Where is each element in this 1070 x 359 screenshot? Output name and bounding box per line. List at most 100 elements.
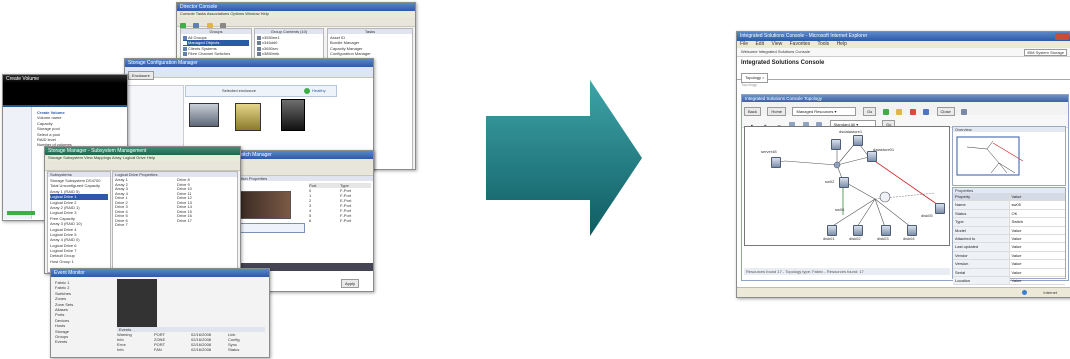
delete-icon[interactable] bbox=[909, 108, 916, 115]
arrow-shape bbox=[486, 80, 642, 236]
server-icon bbox=[257, 41, 261, 46]
node-icon[interactable] bbox=[771, 157, 781, 168]
property-row[interactable]: Location Value bbox=[953, 276, 1065, 286]
tree-item[interactable]: Total Unconfigured Capacity bbox=[50, 183, 108, 188]
fabric-tree: Fabric 1 Fabric 2 Switches Zones Zone Se… bbox=[53, 279, 117, 346]
home-button[interactable]: Home bbox=[767, 107, 787, 117]
browser-status-bar: Internet bbox=[737, 287, 1070, 297]
left-nav bbox=[3, 107, 32, 219]
hub-node bbox=[833, 161, 841, 169]
toolbar bbox=[177, 17, 415, 29]
menu-edit[interactable]: Edit bbox=[755, 41, 764, 47]
node-icon[interactable] bbox=[907, 225, 917, 236]
property-row[interactable]: Model Value bbox=[953, 226, 1065, 235]
node-icon[interactable] bbox=[853, 225, 863, 236]
overview-minimap[interactable] bbox=[953, 133, 1063, 183]
node-label: disk02 bbox=[849, 236, 861, 241]
window-controls[interactable] bbox=[1055, 33, 1069, 40]
window-title: Create Volume bbox=[3, 75, 127, 83]
properties-icon[interactable] bbox=[923, 108, 930, 115]
node-label: datastore01 bbox=[873, 147, 895, 152]
property-row[interactable]: Serial Value bbox=[953, 268, 1065, 277]
subsystem-tree-pane: Subsystems Storage Subsystem DS4700 Tota… bbox=[47, 171, 111, 273]
property-row[interactable]: Vendor Value bbox=[953, 251, 1065, 261]
property-row[interactable]: Type Switch bbox=[953, 218, 1065, 227]
node-label: disk04 bbox=[903, 236, 915, 241]
progress-bar bbox=[7, 211, 35, 215]
node-icon[interactable] bbox=[881, 225, 891, 236]
tree-item[interactable]: Events bbox=[55, 339, 115, 344]
close-icon[interactable]: × bbox=[762, 75, 764, 80]
refresh-icon[interactable] bbox=[882, 108, 889, 115]
node-label: disk01 bbox=[823, 236, 835, 241]
node-label: disk05 bbox=[921, 213, 933, 218]
toolbar: Enclosure bbox=[125, 67, 373, 81]
window-title: Storage Configuration Manager bbox=[125, 59, 373, 67]
enclosure-label: Selected enclosure bbox=[222, 88, 257, 93]
zone-text: Internet bbox=[1043, 290, 1057, 295]
image-preview bbox=[239, 191, 291, 219]
table-row[interactable]: 6 F-Port bbox=[309, 218, 371, 223]
back-button[interactable]: Back bbox=[744, 107, 761, 117]
switch-node bbox=[879, 191, 891, 203]
breadcrumb[interactable]: Topology bbox=[737, 80, 1070, 90]
group-icon bbox=[183, 52, 187, 57]
close-button[interactable]: Close bbox=[936, 107, 955, 117]
property-row[interactable]: Attached to Value bbox=[953, 234, 1065, 244]
window-title: Integrated Solutions Console - Microsoft… bbox=[740, 33, 868, 39]
dark-detail-pane bbox=[117, 279, 157, 327]
tree-item[interactable]: Host Group 1 bbox=[50, 259, 108, 264]
node-icon[interactable] bbox=[935, 203, 945, 214]
events-table: Events Warning PORT 02/16/2008 Link Info ZON… bbox=[117, 327, 265, 352]
table-row[interactable]: Info FAN 02/16/2008 Status bbox=[117, 347, 265, 352]
panel-title: Integrated Solutions Console Topology bbox=[742, 95, 1068, 102]
list-item[interactable]: Drive 17 bbox=[177, 218, 235, 224]
address-text[interactable]: Welcome Integrated Solutions Console bbox=[741, 49, 810, 54]
window-title: Storage Manager - Subsystem Management bbox=[45, 147, 240, 155]
app-title: Integrated Solutions Console bbox=[741, 60, 825, 66]
node-label: dsdatastore1 bbox=[839, 129, 863, 134]
node-icon[interactable] bbox=[827, 225, 837, 236]
group-icon bbox=[183, 35, 187, 40]
node-icon[interactable] bbox=[867, 151, 877, 162]
transition-arrow-icon bbox=[486, 80, 642, 236]
window-title-bar: Integrated Solutions Console - Microsoft… bbox=[737, 32, 1070, 41]
view-select[interactable]: Managed Resources ▾ bbox=[792, 107, 857, 117]
property-row[interactable]: Version Value bbox=[953, 260, 1065, 269]
storage-manager-window: Storage Manager - Subsystem Management S… bbox=[44, 146, 241, 274]
property-row[interactable]: Name sw05 bbox=[953, 201, 1065, 210]
mini-link bbox=[990, 162, 1000, 174]
mini-link bbox=[998, 162, 1016, 174]
grid-icon[interactable] bbox=[961, 108, 968, 115]
event-monitor-window: Event Monitor Fabric 1 Fabric 2 Switches… bbox=[50, 268, 270, 358]
tab-strip: Topology × bbox=[737, 69, 1070, 83]
menu-tools[interactable]: Tools bbox=[817, 41, 829, 47]
window-title: Director Console bbox=[177, 3, 415, 11]
node-label: disk03 bbox=[877, 236, 889, 241]
menu-file[interactable]: File bbox=[740, 41, 748, 47]
find-icon[interactable] bbox=[896, 108, 903, 115]
enclosure-chassis bbox=[189, 103, 219, 127]
menu-view[interactable]: View bbox=[771, 41, 782, 47]
node-icon[interactable] bbox=[839, 177, 849, 188]
enclosure-tab[interactable]: Enclosure bbox=[128, 71, 154, 81]
go-button[interactable]: Go bbox=[862, 107, 877, 117]
menu-help[interactable]: Help bbox=[837, 41, 847, 47]
node-icon[interactable] bbox=[853, 135, 863, 146]
list-item[interactable]: Drive 7 bbox=[115, 222, 173, 228]
property-row[interactable]: Status OK bbox=[953, 209, 1065, 219]
window-title: Event Monitor bbox=[51, 269, 269, 277]
viewport-rect bbox=[956, 136, 1020, 176]
link-field[interactable] bbox=[239, 223, 305, 233]
topology-canvas[interactable]: server48 dsdatastore1 datastore01 sw02 s… bbox=[744, 126, 950, 246]
apply-button[interactable]: Apply bbox=[341, 279, 360, 288]
overview-title: Overview bbox=[953, 127, 1065, 132]
switch-header: Switch Properties bbox=[233, 176, 373, 181]
node-icon[interactable] bbox=[831, 139, 841, 150]
menu-favorites[interactable]: Favorites bbox=[790, 41, 811, 47]
overview-pane: Overview bbox=[952, 126, 1066, 186]
port-table: Port Type 0 F-Port 1 F-Port 2 E-Port 3 F-Por… bbox=[309, 183, 371, 223]
property-row[interactable]: Last updated Value bbox=[953, 243, 1065, 252]
server-icon bbox=[257, 46, 261, 51]
link-line bbox=[856, 198, 876, 228]
